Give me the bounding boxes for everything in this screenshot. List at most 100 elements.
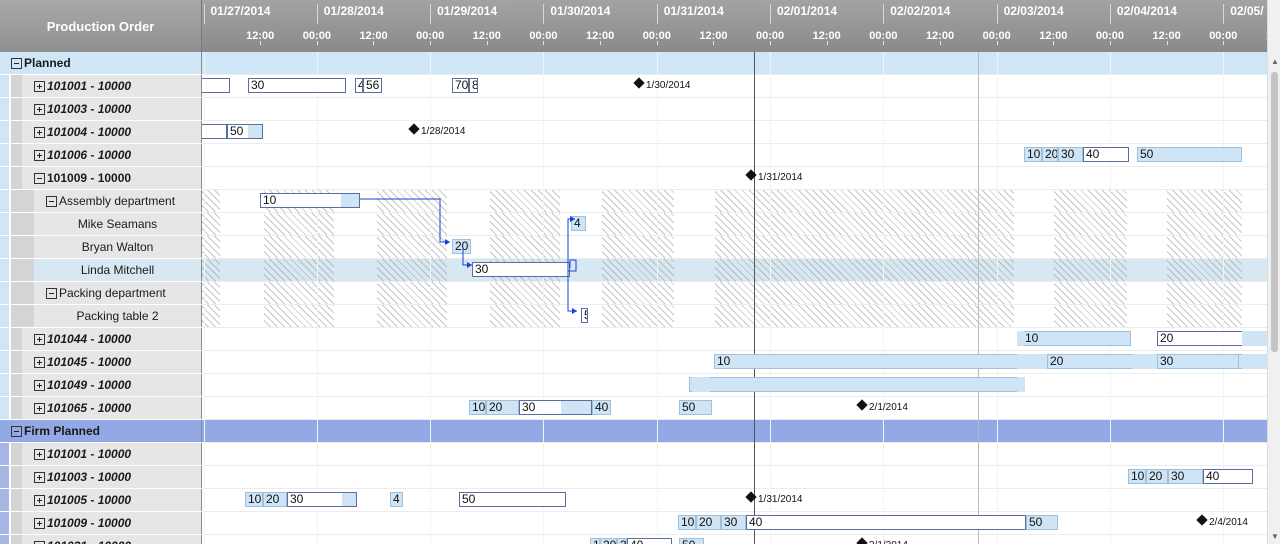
tree-row[interactable]: 101005 - 10000 [0,489,202,512]
expand-icon[interactable] [34,402,45,414]
row-indent [0,121,22,143]
row-indent [0,282,34,304]
row-label: Assembly department [59,194,176,208]
row-indent [0,397,22,419]
row-indent [0,305,34,327]
timescale-tick [826,41,828,45]
dependency-links [360,198,577,314]
tree-cell: 101009 - 10000 [22,167,202,189]
tree-row[interactable]: 101044 - 10000 [0,328,202,351]
expand-icon[interactable] [34,448,45,460]
row-label: 101009 - 10000 [47,516,132,530]
tree-row[interactable]: 101003 - 10000 [0,98,202,121]
expand-icon[interactable] [34,126,45,138]
timescale-day: 02/01/2014 [770,4,883,24]
tree-row[interactable]: 101009 - 10000 [0,167,202,190]
row-label: 101044 - 10000 [47,332,132,346]
vertical-scrollbar[interactable]: ▲ ▼ [1267,0,1280,544]
tree-row[interactable]: Planned [0,52,202,75]
collapse-icon[interactable] [46,195,57,207]
expand-icon[interactable] [34,356,45,368]
row-indent [0,466,22,488]
timescale-tick [543,41,545,45]
tree-row[interactable]: 101009 - 10000 [0,512,202,535]
column-header-production-order[interactable]: Production Order [0,0,202,52]
expand-icon[interactable] [34,517,45,529]
row-label: Firm Planned [24,424,101,438]
timescale-tick [1223,41,1225,45]
order-tree-panel: Production Order Planned 101001 - 10000 10… [0,0,202,544]
tree-cell: 101045 - 10000 [22,351,202,373]
collapse-icon[interactable] [11,57,22,69]
row-label: Packing department [59,286,166,300]
link-arrow-icon [445,239,450,245]
tree-row[interactable]: Linda Mitchell [0,259,202,282]
scrollbar-thumb[interactable] [1271,72,1278,352]
timescale-tick [883,41,885,45]
tree-row[interactable]: 101003 - 10000 [0,466,202,489]
row-indent [0,374,22,396]
tree-row[interactable]: Bryan Walton [0,236,202,259]
timescale-day: 01/27/2014 [203,4,317,24]
tree-row[interactable]: Packing table 2 [0,305,202,328]
row-label: 101001 - 10000 [47,447,132,461]
row-indent [0,167,22,189]
timescale-tick [600,41,602,45]
tree-cell: 101009 - 10000 [22,512,202,534]
expand-icon[interactable] [34,149,45,161]
tree-row[interactable]: 101004 - 10000 [0,121,202,144]
expand-icon[interactable] [34,379,45,391]
row-label: 101045 - 10000 [47,355,132,369]
scroll-up-icon[interactable]: ▲ [1271,57,1279,66]
scroll-down-icon[interactable]: ▼ [1271,532,1279,541]
tree-row[interactable]: 101001 - 10000 [0,75,202,98]
expand-icon[interactable] [34,333,45,345]
expand-icon[interactable] [34,540,45,544]
row-indent [0,144,22,166]
row-label: 101049 - 10000 [47,378,132,392]
tree-row[interactable]: 101049 - 10000 [0,374,202,397]
tree-cell: 101003 - 10000 [22,98,202,120]
timescale-tick [486,41,488,45]
expand-icon[interactable] [34,494,45,506]
tree-row[interactable]: Assembly department [0,190,202,213]
row-indent [0,535,22,544]
tree-cell: 101003 - 10000 [22,466,202,488]
collapse-icon[interactable] [46,287,57,299]
row-label: 101004 - 10000 [47,125,132,139]
collapse-icon[interactable] [11,425,22,437]
tree-row[interactable]: 101001 - 10000 [0,443,202,466]
tree-row[interactable]: 101065 - 10000 [0,397,202,420]
expand-icon[interactable] [34,103,45,115]
tree-row[interactable]: 101006 - 10000 [0,144,202,167]
row-label: Planned [24,56,71,70]
row-indent [0,98,22,120]
tree-cell: Assembly department [34,190,202,212]
gantt-chart-area[interactable]: 3045670850102030405010420305102010203010… [202,52,1267,544]
tree-row[interactable]: 101045 - 10000 [0,351,202,374]
collapse-icon[interactable] [34,172,45,184]
tree-row[interactable]: Firm Planned [0,420,202,443]
row-indent [0,75,22,97]
row-indent [0,190,34,212]
timescale-day: 01/28/2014 [316,4,430,24]
row-label: 101003 - 10000 [47,470,132,484]
tree-row[interactable]: Packing department [0,282,202,305]
tree-cell: 101005 - 10000 [22,489,202,511]
timescale-tick [656,41,658,45]
row-label: 101003 - 10000 [47,102,132,116]
tree-cell: 101004 - 10000 [22,121,202,143]
tree-row[interactable]: 101031 - 10000 [0,535,202,544]
timescale-day: 01/29/2014 [430,4,543,24]
tree-cell: Firm Planned [0,420,202,442]
dependency-link [567,273,577,312]
time-scale-header: 01/27/2014 01/28/2014 01/29/2014 01/30/2014… [202,0,1267,52]
row-label: 101006 - 10000 [47,148,132,162]
expand-icon[interactable] [34,471,45,483]
row-indent [0,213,34,235]
row-label: Mike Seamans [77,217,158,231]
expand-icon[interactable] [34,80,45,92]
tree-row[interactable]: Mike Seamans [0,213,202,236]
tree-cell: Planned [0,52,202,74]
row-label: 101009 - 10000 [47,171,132,185]
